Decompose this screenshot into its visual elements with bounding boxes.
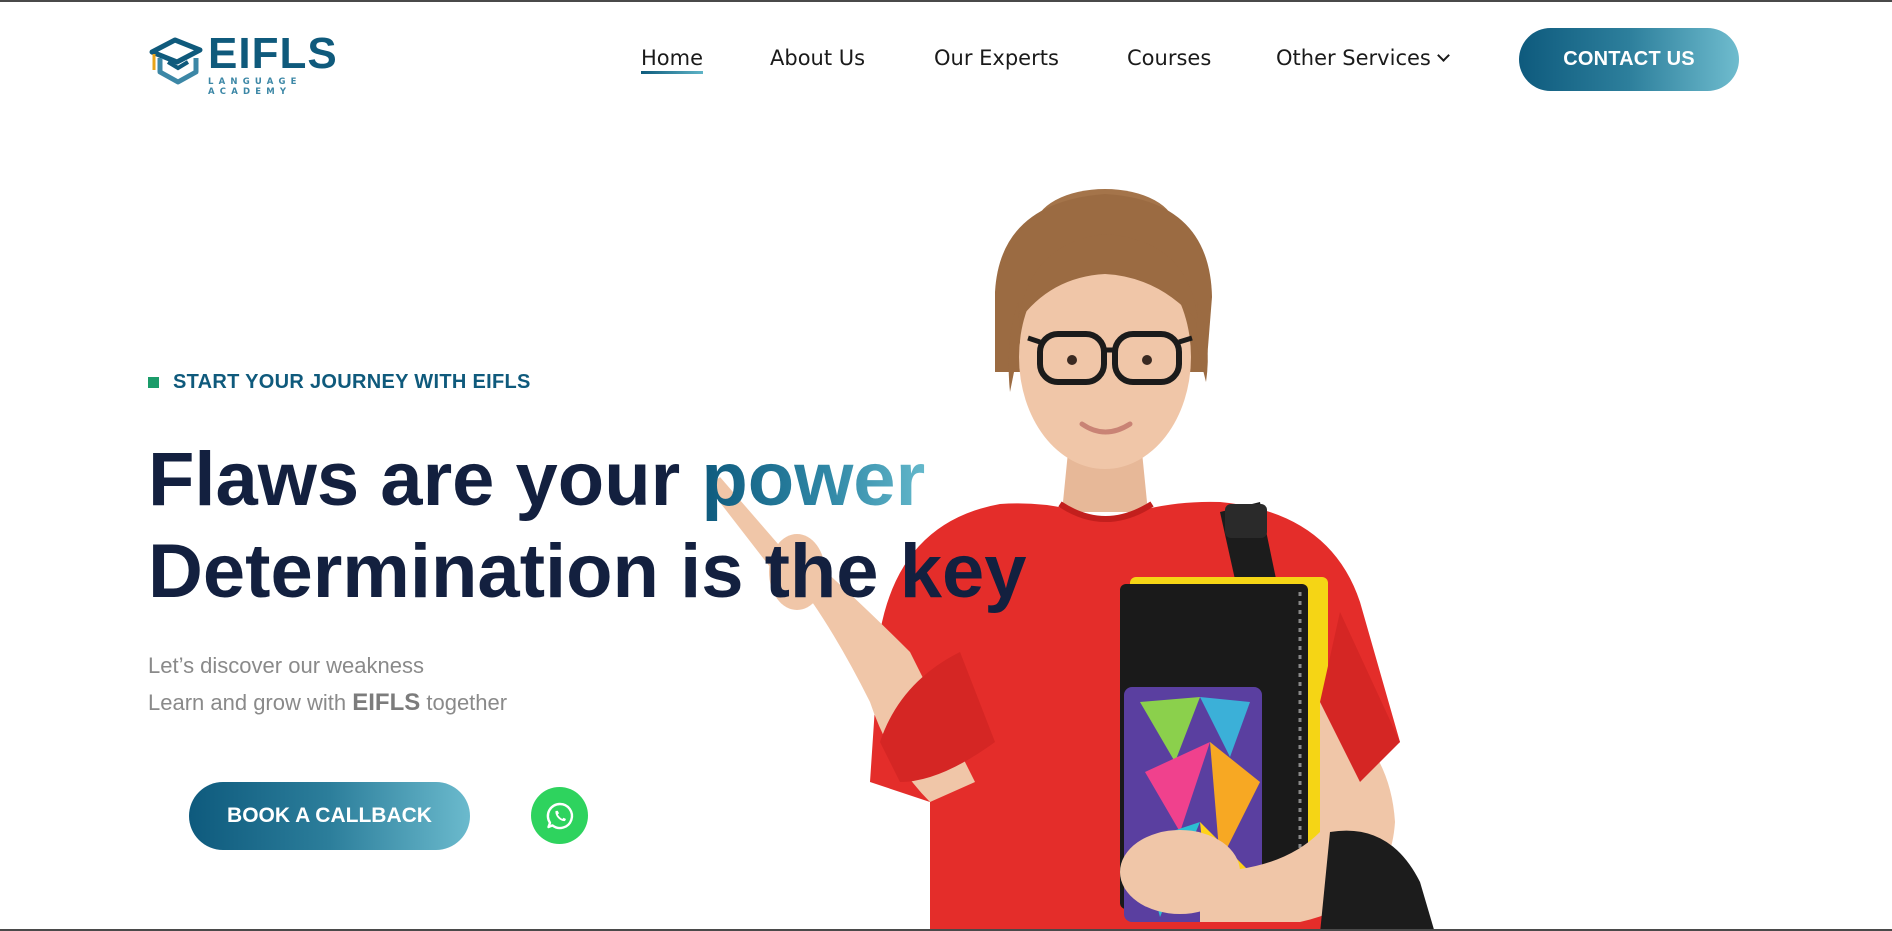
hero-headline: Flaws are your power Determination is th… [148, 434, 1027, 618]
brand-logo[interactable]: EIFLS LANGUAGE ACADEMY [148, 29, 378, 97]
nav-item-about-us[interactable]: About Us [770, 46, 865, 70]
whatsapp-icon [546, 802, 573, 829]
brand-tagline: LANGUAGE ACADEMY [208, 77, 302, 97]
whatsapp-button[interactable] [531, 787, 588, 844]
book-callback-button[interactable]: BOOK A CALLBACK [189, 782, 470, 850]
hero-kicker-text: START YOUR JOURNEY WITH EIFLS [173, 371, 531, 393]
hero-headline-line1-prefix: Flaws are your [148, 437, 702, 522]
nav-item-other-services-label: Other Services [1276, 46, 1431, 70]
hero-subtext-line2: Learn and grow with EIFLS together [148, 684, 507, 721]
hero-headline-line2: Determination is the key [148, 529, 1027, 614]
hero-subtext-line1: Let’s discover our weakness [148, 653, 424, 678]
hero-subtext: Let’s discover our weakness Learn and gr… [148, 647, 507, 721]
hero-kicker: START YOUR JOURNEY WITH EIFLS [148, 371, 531, 394]
graduation-cap-logo-icon [149, 37, 203, 85]
nav-item-other-services[interactable]: Other Services [1276, 46, 1450, 70]
nav-item-home[interactable]: Home [641, 46, 704, 74]
nav-item-courses[interactable]: Courses [1127, 46, 1211, 70]
contact-us-button[interactable]: CONTACT US [1519, 28, 1739, 91]
hero-subtext-line2-suffix: together [420, 690, 508, 715]
hero-subtext-line2-prefix: Learn and grow with [148, 690, 353, 715]
hero-subtext-brand: EIFLS [352, 689, 421, 716]
hero-headline-accent: power [701, 437, 926, 522]
chevron-down-icon [1436, 48, 1450, 62]
page: EIFLS LANGUAGE ACADEMY Home About Us Our… [0, 0, 1892, 931]
nav-item-our-experts[interactable]: Our Experts [934, 46, 1059, 70]
square-bullet-icon [148, 377, 159, 388]
brand-name: EIFLS [208, 29, 338, 78]
